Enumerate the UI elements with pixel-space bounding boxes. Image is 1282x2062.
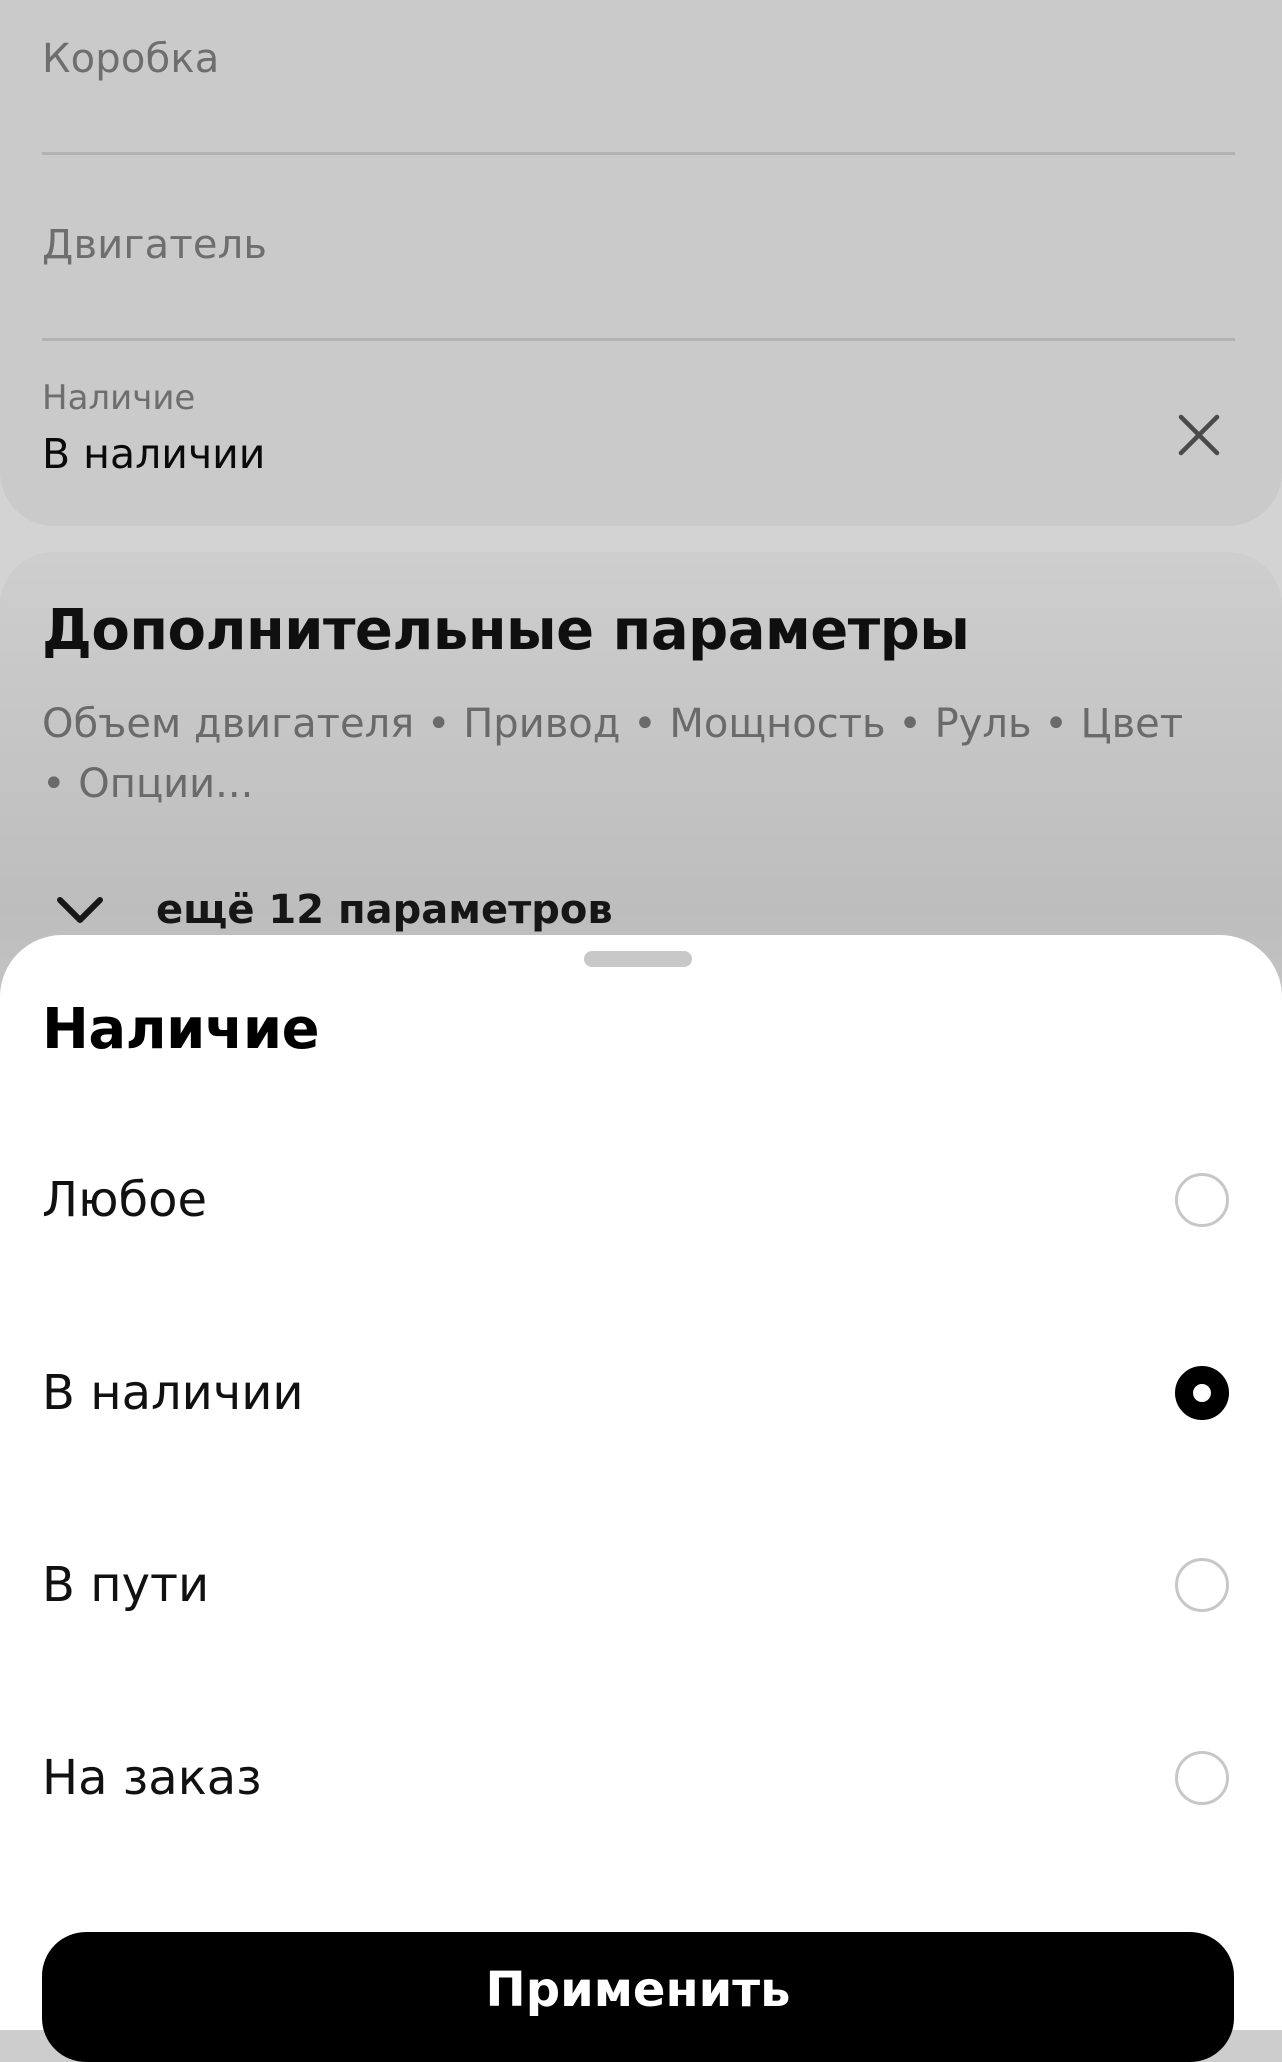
divider	[42, 152, 1235, 155]
more-params-label: ещё 12 параметров	[156, 887, 613, 933]
sheet-title: Наличие	[42, 997, 320, 1062]
option-label: В пути	[42, 1557, 210, 1613]
gearbox-field[interactable]: Коробка	[42, 36, 1235, 156]
availability-field[interactable]: Наличие В наличии	[42, 378, 1235, 488]
gearbox-placeholder: Коробка	[42, 36, 220, 82]
option-in-stock[interactable]: В наличии	[0, 1318, 1282, 1468]
option-label: В наличии	[42, 1365, 304, 1421]
more-params-toggle[interactable]: ещё 12 параметров	[42, 880, 613, 940]
engine-field[interactable]: Двигатель	[42, 222, 1235, 342]
option-any[interactable]: Любое	[0, 1125, 1282, 1275]
radio-button[interactable]	[1175, 1173, 1229, 1227]
sheet-grabber[interactable]	[584, 951, 692, 967]
radio-button[interactable]	[1175, 1558, 1229, 1612]
radio-button[interactable]	[1175, 1751, 1229, 1805]
option-on-order[interactable]: На заказ	[0, 1703, 1282, 1853]
availability-bottom-sheet: Наличие Любое В наличии В пути На заказ	[0, 935, 1282, 2030]
close-icon[interactable]	[1176, 412, 1222, 458]
engine-placeholder: Двигатель	[42, 222, 268, 268]
availability-field-label: Наличие	[42, 378, 196, 418]
availability-field-value: В наличии	[42, 430, 266, 478]
option-label: На заказ	[42, 1750, 262, 1806]
apply-button[interactable]: Применить	[42, 1932, 1234, 2062]
extra-params-subtitle: Объем двигателя • Привод • Мощность • Ру…	[42, 701, 1184, 807]
option-in-transit[interactable]: В пути	[0, 1510, 1282, 1660]
option-label: Любое	[42, 1172, 207, 1228]
extra-params-title: Дополнительные параметры	[42, 598, 970, 663]
chevron-down-icon	[57, 897, 103, 923]
divider	[42, 338, 1235, 341]
radio-button-selected[interactable]	[1175, 1366, 1229, 1420]
